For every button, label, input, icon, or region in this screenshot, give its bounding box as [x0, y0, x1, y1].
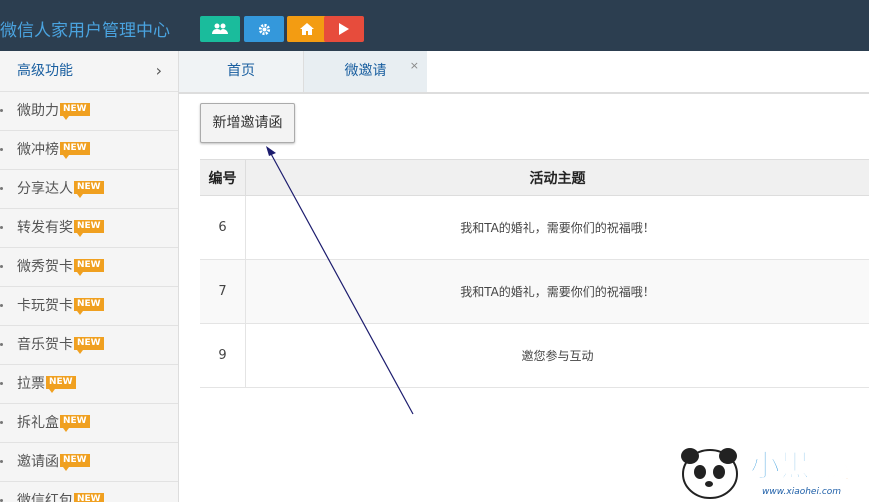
annotation-arrow — [266, 146, 414, 415]
watermark-url: www.xiaohei.com — [762, 487, 841, 497]
watermark-logo: 小黑 游戏 www.xiaohei.com — [681, 448, 850, 499]
svg-text:游戏: 游戏 — [816, 462, 850, 483]
svg-text:小黑: 小黑 — [750, 449, 810, 484]
